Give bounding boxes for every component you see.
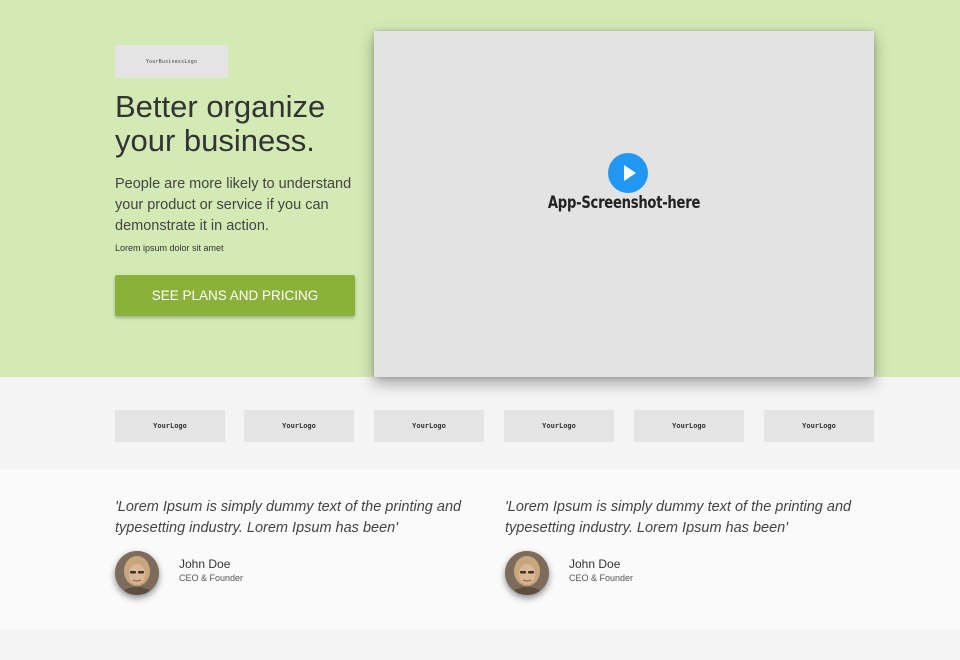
testimonial-quote: 'Lorem Ipsum is simply dummy text of the…: [115, 499, 462, 536]
partner-logo: YourLogo: [244, 410, 354, 442]
avatar: [505, 551, 549, 595]
footer-band: [0, 629, 960, 660]
see-plans-button[interactable]: SEE PLANS AND PRICING: [115, 275, 355, 316]
hero-small-text: Lorem ipsum dolor sit amet: [115, 243, 224, 253]
testimonial-name: John Doe: [179, 557, 231, 571]
testimonial-card: 'Lorem Ipsum is simply dummy text of the…: [115, 469, 475, 629]
hero-title: Better organize your business.: [115, 89, 326, 158]
business-logo: YourBusinessLogo: [115, 45, 228, 78]
testimonial-quote: 'Lorem Ipsum is simply dummy text of the…: [505, 499, 852, 536]
partner-logo: YourLogo: [504, 410, 614, 442]
testimonial-role: CEO & Founder: [179, 573, 244, 583]
partner-logo: YourLogo: [634, 410, 744, 442]
hero-description: People are more likely to understand you…: [115, 176, 352, 234]
testimonials-section: 'Lorem Ipsum is simply dummy text of the…: [0, 469, 960, 629]
testimonial-role: CEO & Founder: [569, 573, 634, 583]
partner-logos-band: YourLogo YourLogo YourLogo YourLogo Your…: [0, 377, 960, 469]
play-icon[interactable]: [608, 153, 648, 193]
screenshot-label: App-Screenshot-here: [547, 193, 701, 213]
app-screenshot-placeholder: App-Screenshot-here: [374, 31, 874, 377]
partner-logo: YourLogo: [764, 410, 874, 442]
partner-logo: YourLogo: [115, 410, 225, 442]
testimonial-card: 'Lorem Ipsum is simply dummy text of the…: [505, 469, 865, 629]
avatar: [115, 551, 159, 595]
testimonial-name: John Doe: [569, 557, 621, 571]
partner-logo: YourLogo: [374, 410, 484, 442]
